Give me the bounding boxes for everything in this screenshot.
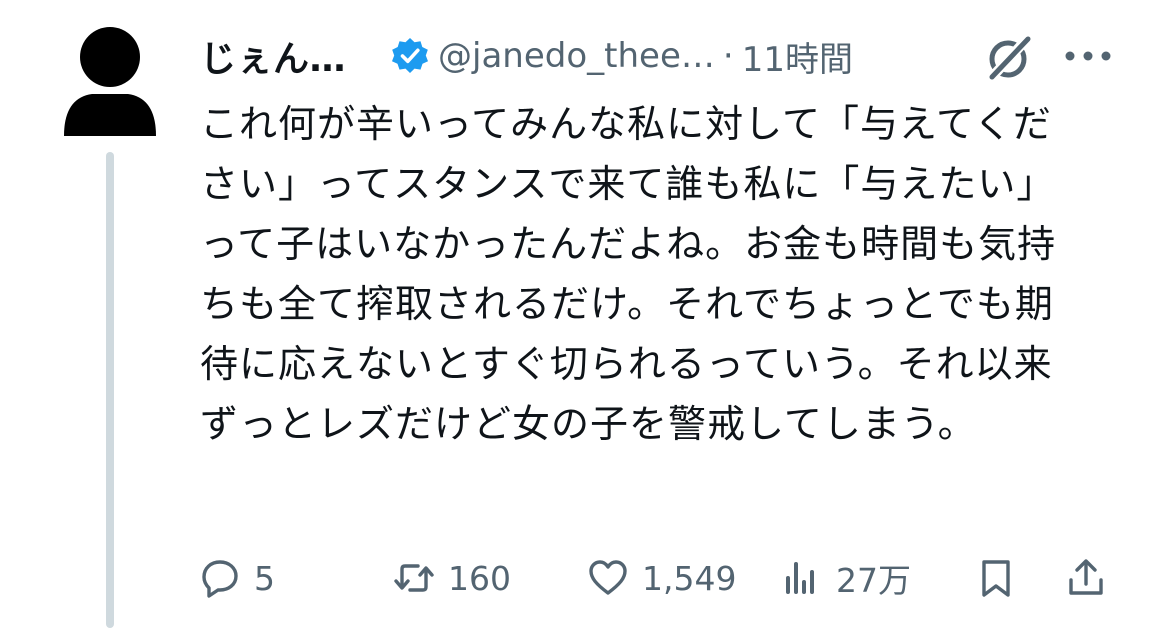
bookmark-icon <box>982 560 1010 597</box>
verified-badge-icon[interactable] <box>390 36 430 76</box>
user-handle[interactable]: @janedo_thee… <box>438 36 715 76</box>
bookmark-button[interactable] <box>974 548 1018 608</box>
default-profile-icon <box>64 27 156 136</box>
views-count: 27万 <box>836 561 911 600</box>
tweet-text: これ何が辛いってみんな私に対して「与えてください」ってスタンスで来て誰も私に「与… <box>200 102 1057 446</box>
repost-icon <box>394 564 434 592</box>
tweet-header: じぇん… @janedo_thee… · 11時間 <box>200 28 1140 84</box>
action-bar: 5 160 1,549 27万 <box>198 548 1158 608</box>
avatar[interactable] <box>56 24 164 138</box>
display-name[interactable]: じぇん… <box>200 30 346 82</box>
more-icon[interactable] <box>1060 40 1116 72</box>
views-button[interactable]: 27万 <box>780 548 911 608</box>
views-icon <box>786 562 814 594</box>
grok-icon[interactable] <box>982 32 1034 84</box>
reply-button[interactable]: 5 <box>198 548 275 608</box>
thread-connector-line <box>106 152 114 628</box>
like-count: 1,549 <box>642 558 737 598</box>
timestamp[interactable]: 11時間 <box>742 32 853 81</box>
reply-count: 5 <box>254 558 275 598</box>
share-icon <box>1069 559 1103 595</box>
repost-count: 160 <box>448 558 511 598</box>
like-button[interactable]: 1,549 <box>586 548 736 608</box>
separator-dot: · <box>722 36 734 76</box>
like-icon <box>589 560 627 595</box>
reply-icon <box>202 560 238 598</box>
repost-button[interactable]: 160 <box>392 548 511 608</box>
share-button[interactable] <box>1064 548 1108 608</box>
